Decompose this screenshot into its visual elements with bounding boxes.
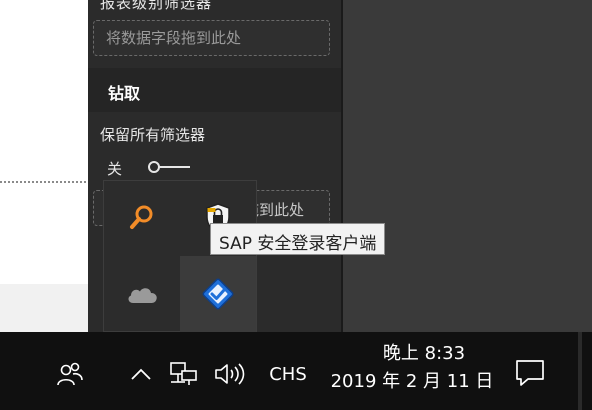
- taskbar-clock[interactable]: 晚上 8:33 2019 年 2 月 11 日: [318, 340, 506, 406]
- people-icon: [57, 362, 83, 386]
- notification-icon: [516, 360, 544, 386]
- volume-button[interactable]: [208, 356, 252, 392]
- toggle-knob: [148, 161, 160, 173]
- network-icon: [170, 362, 197, 385]
- people-button[interactable]: [52, 356, 88, 392]
- keep-all-filters-label: 保留所有筛选器: [100, 126, 206, 144]
- input-method-indicator[interactable]: CHS: [258, 356, 318, 392]
- network-button[interactable]: [164, 356, 204, 392]
- report-filters-drop-zone[interactable]: 将数据字段拖到此处: [93, 20, 330, 56]
- canvas-lower-area: [0, 284, 90, 332]
- tray-search-app[interactable]: [104, 180, 180, 256]
- chevron-up-icon: [131, 368, 151, 380]
- canvas-dotted-guide: [0, 181, 90, 183]
- action-center-button[interactable]: [508, 352, 552, 394]
- speaker-icon: [215, 363, 245, 385]
- show-hidden-icons-button[interactable]: [124, 356, 158, 392]
- tray-onedrive[interactable]: [104, 256, 180, 332]
- clock-date: 2019 年 2 月 11 日: [330, 371, 494, 392]
- tray-check-app[interactable]: [180, 256, 256, 332]
- keep-all-filters-toggle[interactable]: [148, 161, 190, 173]
- show-desktop-button[interactable]: [578, 332, 582, 410]
- clock-time: 晚上 8:33: [382, 343, 466, 364]
- toggle-track: [158, 166, 190, 168]
- onedrive-cloud-icon: [128, 288, 157, 303]
- report-filters-title: 报表级别筛选器: [100, 0, 213, 12]
- visualizations-pane: [343, 0, 592, 332]
- checkmark-app-icon: [202, 278, 234, 310]
- report-canvas: [0, 0, 90, 332]
- toggle-state-label: 关: [107, 160, 123, 178]
- search-icon: [130, 205, 153, 229]
- drill-title: 钻取: [108, 84, 141, 103]
- tray-tooltip: SAP 安全登录客户端: [210, 223, 386, 255]
